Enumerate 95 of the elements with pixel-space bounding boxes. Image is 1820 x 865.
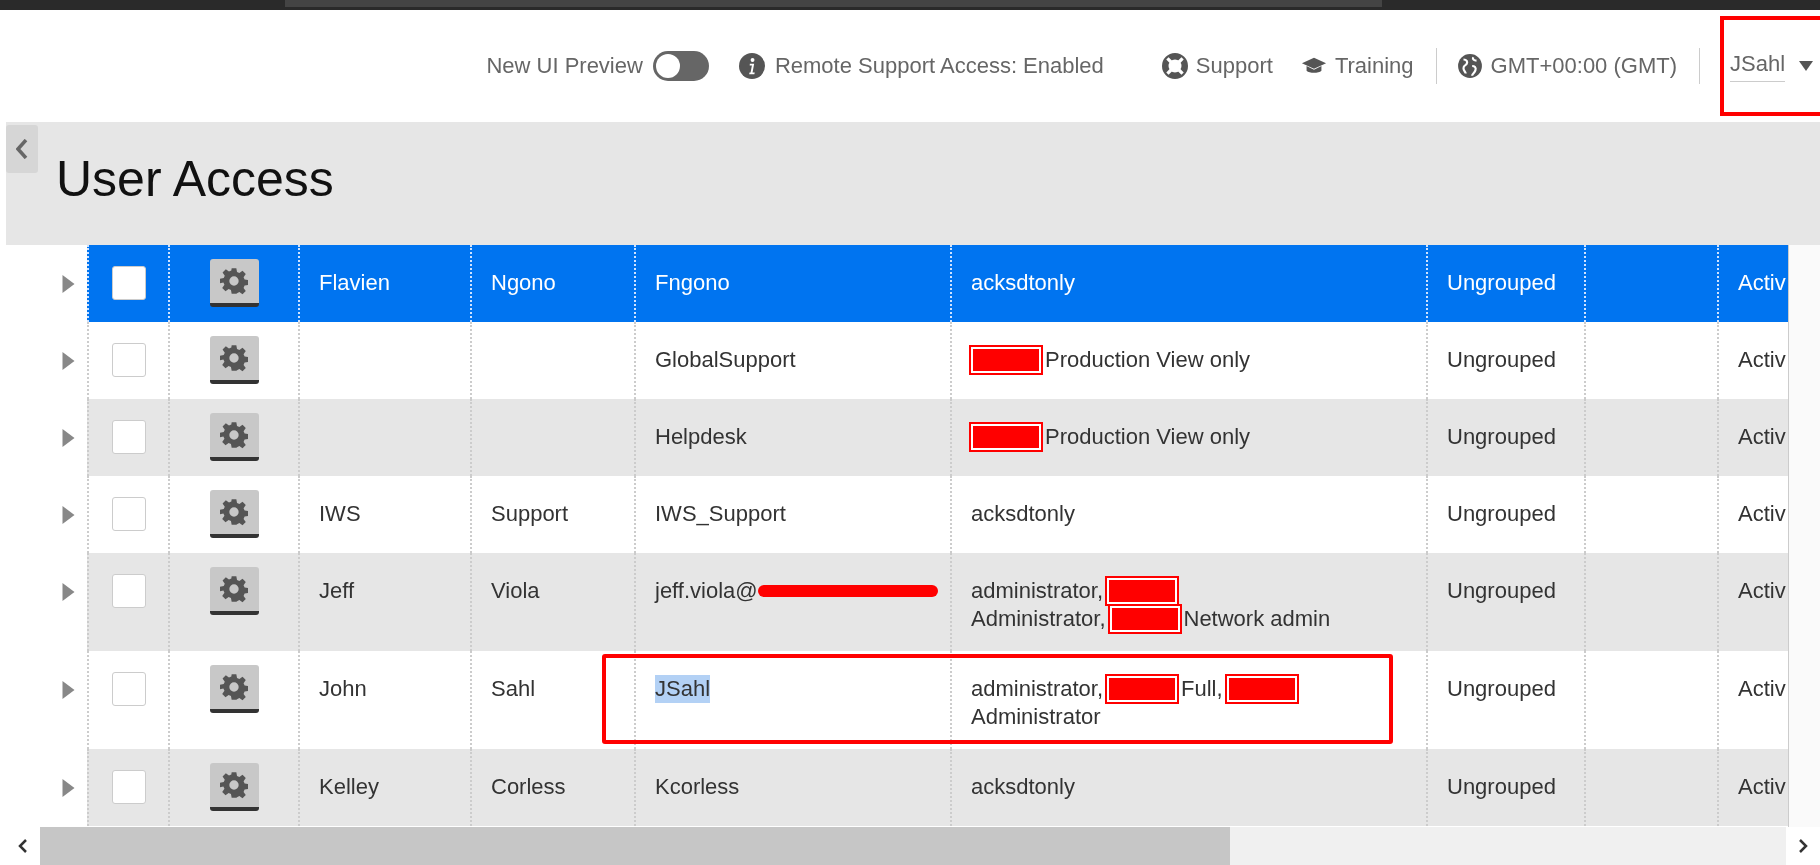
settings-button[interactable] [209, 490, 259, 538]
status-text: Activ [1738, 346, 1786, 374]
username-text: GlobalSupport [655, 346, 796, 374]
timezone-link[interactable]: GMT+00:00 (GMT) [1456, 53, 1677, 79]
role-text: Administrator [971, 703, 1101, 731]
last-name-text: Support [491, 500, 569, 528]
status-text: Activ [1738, 269, 1786, 297]
first-name-text: John [319, 675, 367, 703]
redaction-mark [1107, 578, 1178, 604]
role-text: acksdtonly [971, 773, 1075, 801]
expand-arrow-icon[interactable] [62, 681, 75, 699]
user-menu[interactable]: JSahl [1730, 50, 1786, 82]
redaction-mark [1226, 676, 1297, 702]
preview-label: New UI Preview [486, 53, 643, 79]
horizontal-scrollbar[interactable] [6, 827, 1820, 865]
row-checkbox[interactable] [111, 343, 146, 377]
redaction-mark [1109, 606, 1180, 632]
first-name-text: Kelley [319, 773, 379, 801]
settings-button[interactable] [209, 567, 259, 615]
group-text: Ungrouped [1447, 675, 1556, 703]
redaction-mark [1107, 676, 1178, 702]
role-text: acksdtonly [971, 500, 1075, 528]
username-text: jeff.viola@ [655, 577, 758, 605]
settings-icon [220, 575, 248, 603]
settings-icon [220, 421, 248, 449]
caret-icon[interactable] [1799, 61, 1814, 71]
group-text: Ungrouped [1447, 346, 1556, 374]
row-checkbox[interactable] [111, 266, 146, 300]
expand-arrow-icon[interactable] [62, 583, 75, 601]
role-text: Network admin [1183, 605, 1331, 633]
preview-toggle[interactable] [652, 51, 709, 81]
remote-support-status: Remote Support Access: Enabled [774, 53, 1104, 79]
status-text: Activ [1738, 500, 1786, 528]
page-title: User Access [56, 150, 334, 208]
redaction-mark [971, 347, 1041, 373]
group-text: Ungrouped [1447, 423, 1556, 451]
expand-arrow-icon[interactable] [62, 779, 75, 797]
username-text: Fngono [655, 269, 730, 297]
last-name-text: Ngono [491, 269, 556, 297]
last-name-text: Corless [491, 773, 566, 801]
username-text: IWS_Support [655, 500, 786, 528]
row-checkbox[interactable] [111, 497, 146, 531]
role-text: administrator, [971, 675, 1104, 703]
support-link[interactable]: Support [1161, 53, 1273, 79]
group-text: Ungrouped [1447, 577, 1556, 605]
role-text: acksdtonly [971, 269, 1075, 297]
status-text: Activ [1738, 423, 1786, 451]
last-name-text: Sahl [491, 675, 536, 703]
expand-arrow-icon[interactable] [62, 275, 75, 293]
group-text: Ungrouped [1447, 269, 1556, 297]
info-icon [738, 53, 765, 79]
row-checkbox[interactable] [111, 672, 146, 706]
scroll-left-icon[interactable] [18, 838, 28, 854]
first-name-text: IWS [319, 500, 361, 528]
settings-button[interactable] [209, 763, 259, 811]
settings-button[interactable] [209, 259, 259, 307]
first-name-text: Jeff [319, 577, 355, 605]
first-name-text: Flavien [319, 269, 390, 297]
lifebuoy-icon [1161, 53, 1188, 79]
training-link[interactable]: Training [1300, 53, 1414, 79]
username-text: JSahl [655, 675, 711, 703]
vertical-scrollbar[interactable] [1788, 245, 1820, 827]
settings-icon [220, 771, 248, 799]
redaction-mark [971, 424, 1041, 450]
role-text: Production View only [1045, 423, 1251, 451]
scrollbar-thumb[interactable] [40, 827, 1230, 865]
expand-arrow-icon[interactable] [62, 506, 75, 524]
settings-button[interactable] [209, 665, 259, 713]
settings-button[interactable] [209, 413, 259, 461]
role-text: Production View only [1045, 346, 1251, 374]
collapse-button[interactable] [6, 125, 38, 173]
status-text: Activ [1738, 675, 1786, 703]
globe-icon [1456, 53, 1483, 79]
username-text: Kcorless [655, 773, 740, 801]
expand-arrow-icon[interactable] [62, 429, 75, 447]
row-checkbox[interactable] [111, 420, 146, 454]
row-checkbox[interactable] [111, 770, 146, 804]
scroll-right-icon[interactable] [1798, 838, 1808, 854]
role-text: Full, [1181, 675, 1223, 703]
settings-icon [220, 673, 248, 701]
settings-icon [220, 344, 248, 372]
chevron-left-icon [16, 139, 28, 159]
last-name-text: Viola [491, 577, 540, 605]
status-text: Activ [1738, 773, 1786, 801]
row-checkbox[interactable] [111, 574, 146, 608]
expand-arrow-icon[interactable] [62, 352, 75, 370]
status-text: Activ [1738, 577, 1786, 605]
username-text: Helpdesk [655, 423, 747, 451]
role-text: administrator, [971, 577, 1104, 605]
settings-icon [220, 498, 248, 526]
settings-icon [220, 267, 248, 295]
settings-button[interactable] [209, 336, 259, 384]
group-text: Ungrouped [1447, 500, 1556, 528]
group-text: Ungrouped [1447, 773, 1556, 801]
role-text: Administrator, [971, 605, 1106, 633]
